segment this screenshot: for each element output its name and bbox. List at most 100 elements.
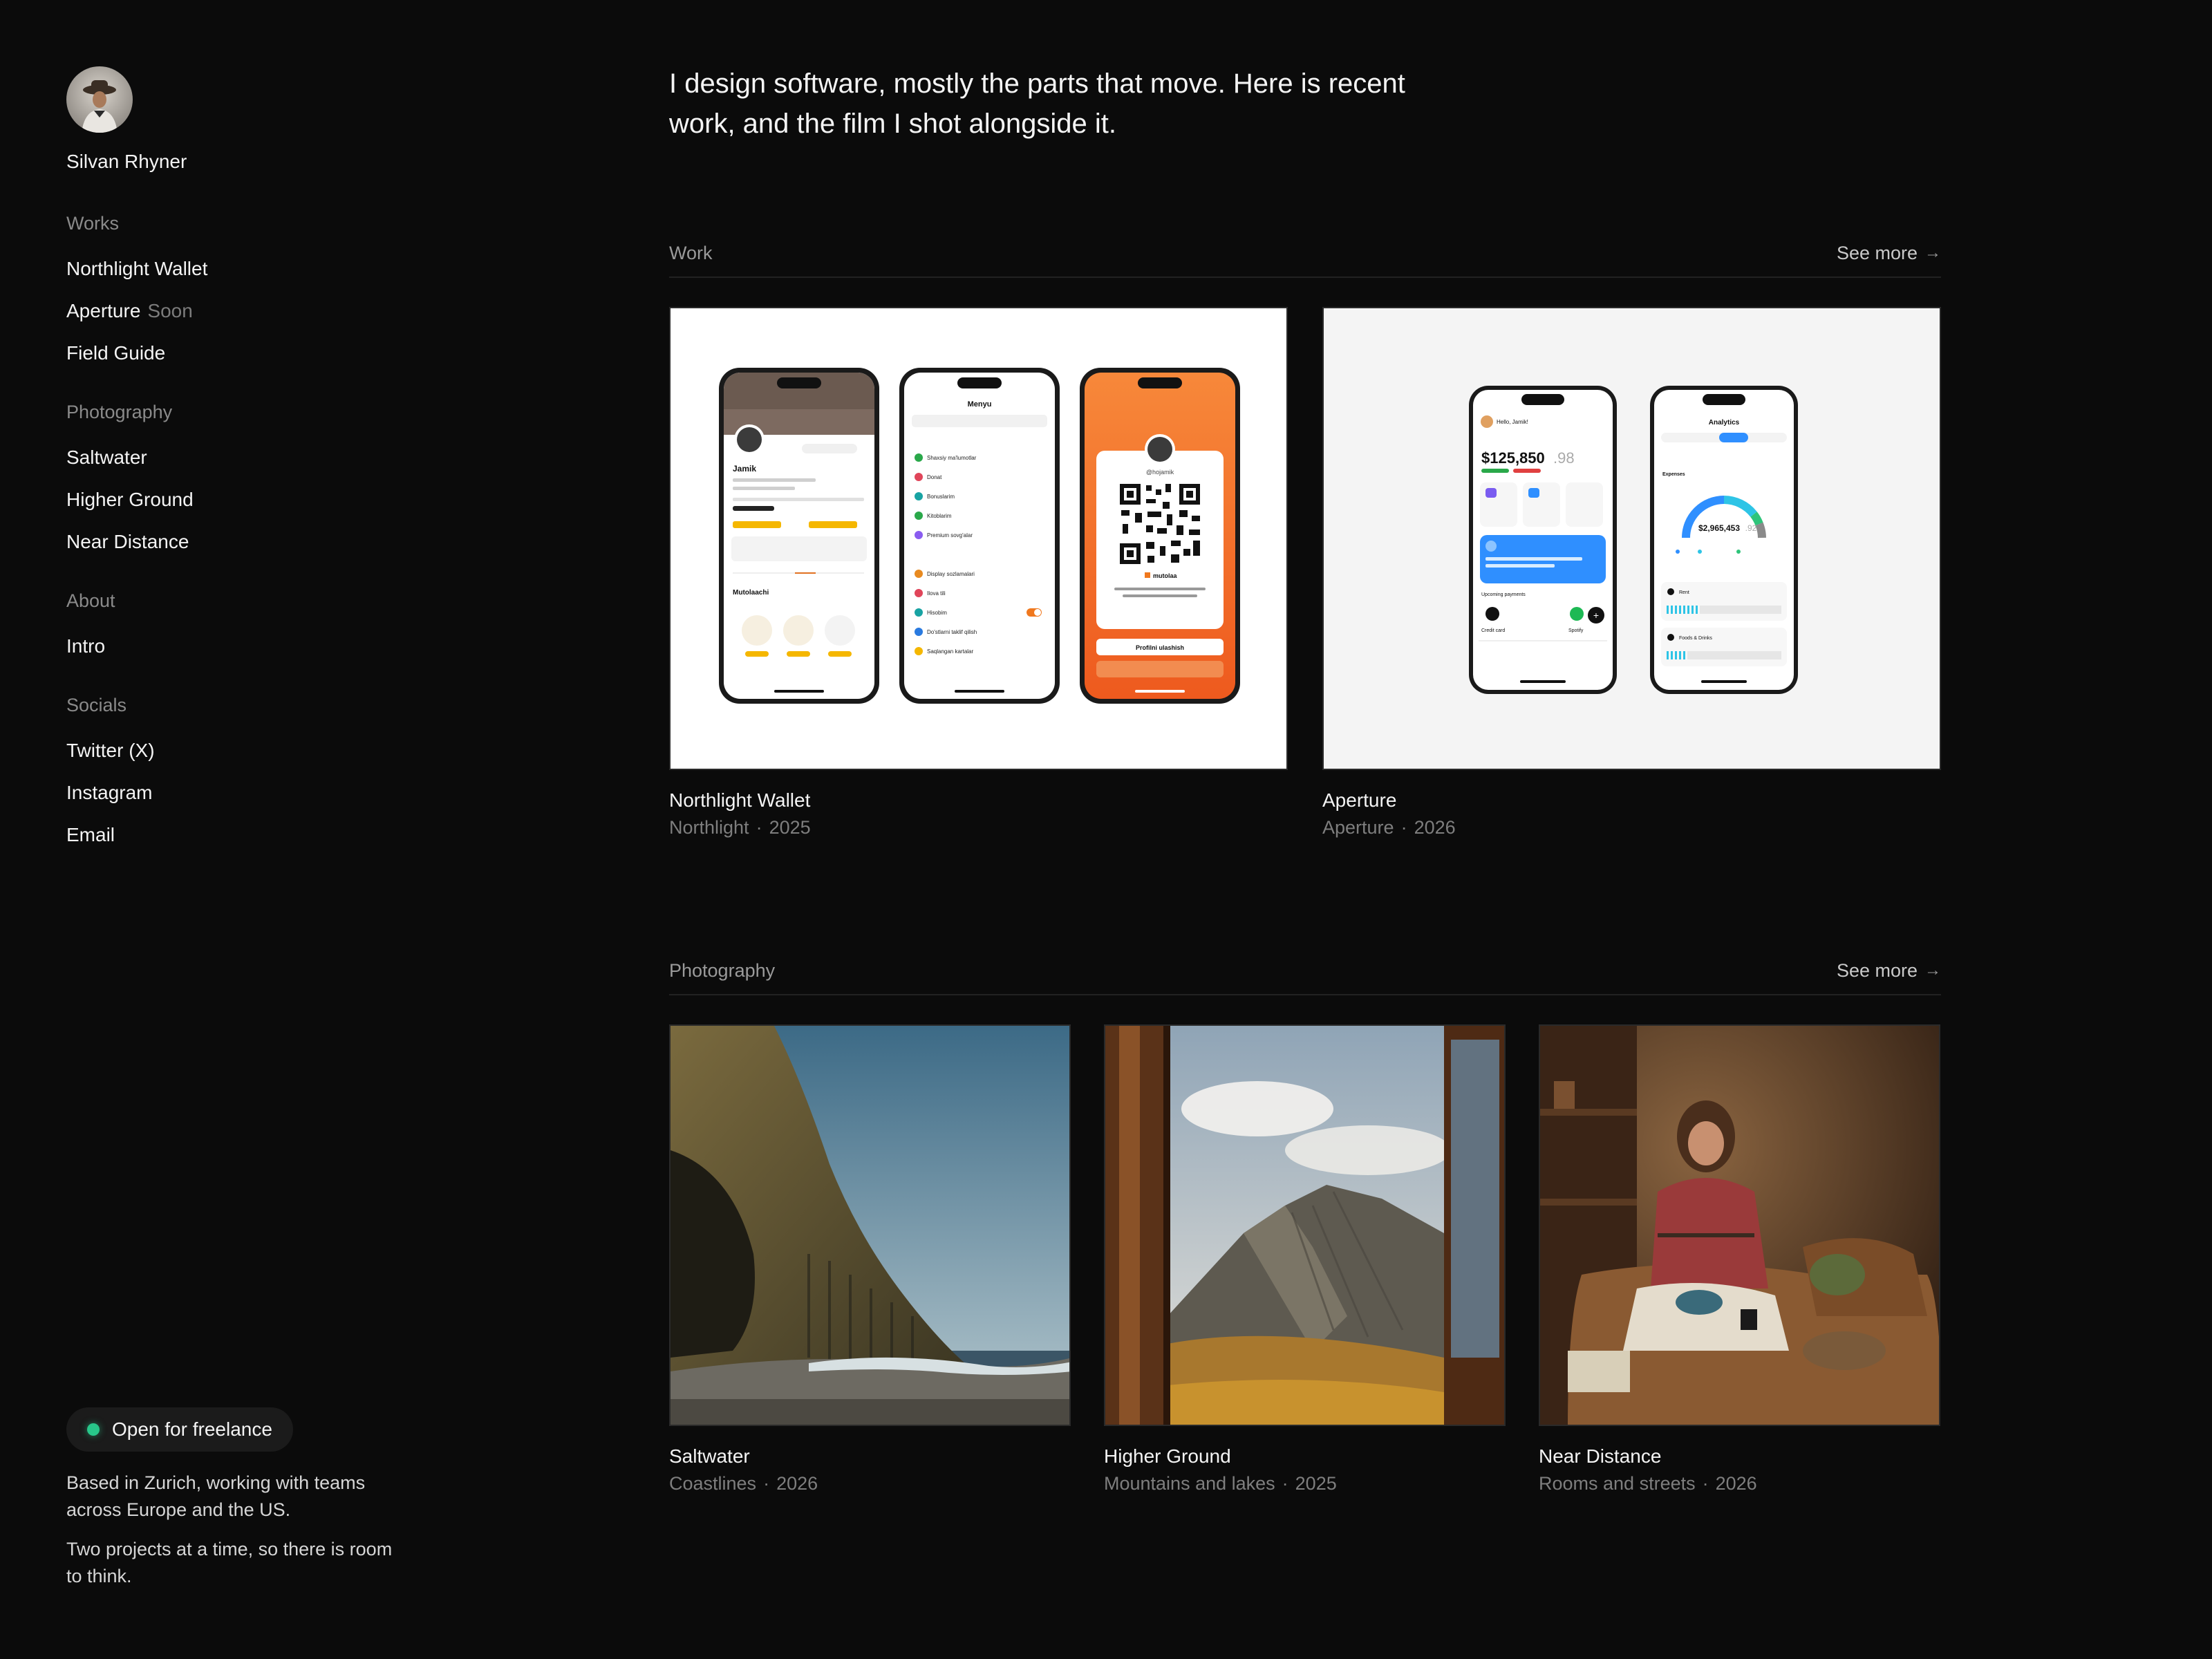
higher-ground-photo [1105, 1026, 1504, 1425]
mock-credit-card-label: Credit card [1481, 628, 1505, 633]
mock-profile-name: Jamik [733, 464, 756, 474]
photo-grid: Saltwater Coastlines · 2026 Higher Groun… [669, 1024, 1941, 1494]
photo-card-higher-ground[interactable]: Higher Ground Mountains and lakes · 2025 [1104, 1024, 1506, 1494]
card-title: Saltwater [669, 1445, 750, 1467]
photography-section-header: Photography See more → [669, 954, 1941, 995]
freelance-label: Open for freelance [112, 1418, 272, 1440]
meta-separator: · [1282, 1473, 1288, 1494]
mock-upcoming-label: Upcoming payments [1481, 592, 1526, 597]
card-client: Northlight [669, 817, 749, 838]
nav-group-socials: Socials Twitter (X) Instagram Email [66, 688, 453, 856]
nav-link-saltwater[interactable]: Saltwater [66, 436, 453, 478]
mock-menu-item: Shaxsiy ma'lumotlar [927, 455, 977, 461]
nav-link-field-guide[interactable]: Field Guide [66, 332, 453, 374]
mock-balance: $125,850 [1481, 449, 1545, 467]
mock-analytics-title: Analytics [1709, 419, 1740, 427]
nav-group-works: Works Northlight Wallet Aperture Soon Fie… [66, 206, 453, 374]
work-section-header: Work See more → [669, 236, 1941, 278]
card-meta: Aperture · 2026 [1322, 817, 1941, 838]
photo-thumbnail [1539, 1024, 1940, 1426]
work-card-aperture[interactable]: Hello, Jamik! $125,850 .98 Upcoming paym… [1322, 307, 1941, 838]
mock-qr-handle: @hojamik [1146, 469, 1174, 476]
card-title: Higher Ground [1104, 1445, 1231, 1467]
mock-greeting: Hello, Jamik! [1497, 419, 1528, 425]
card-year: 2026 [1414, 817, 1456, 838]
nav-heading-about: About [66, 590, 115, 611]
work-card-northlight-wallet[interactable]: Jamik Mutolaachi Menyu Shaxsiy ma'lumotl… [669, 307, 1288, 838]
work-section: Work See more → Jamik Mutolaachi Menyu S… [669, 236, 1941, 838]
photography-section: Photography See more → Saltwater Coastli… [669, 954, 1941, 1494]
mock-menu-item: Ilova tili [927, 590, 946, 597]
card-year: 2025 [769, 817, 811, 838]
near-distance-photo [1540, 1026, 1939, 1425]
status-dot-icon [87, 1423, 100, 1436]
card-meta: Rooms and streets · 2026 [1539, 1473, 1940, 1494]
avatar[interactable] [66, 66, 133, 133]
nav-link-aperture[interactable]: Aperture Soon [66, 290, 453, 332]
nav-link-label: Saltwater [66, 447, 147, 468]
meta-separator: · [1400, 817, 1407, 838]
see-more-label: See more [1836, 959, 1918, 981]
intro-text: I design software, mostly the parts that… [669, 68, 1405, 139]
meta-separator: · [756, 817, 762, 838]
mock-rent-label: Rent [1679, 590, 1689, 595]
nav-heading-photography: Photography [66, 402, 173, 422]
svg-text:Mutolaachi: Mutolaachi [733, 589, 769, 597]
avatar-image [66, 66, 133, 133]
card-title: Aperture [1322, 789, 1397, 811]
nav-link-higher-ground[interactable]: Higher Ground [66, 478, 453, 521]
bio-line: Two projects at a time, so there is room… [66, 1539, 393, 1586]
nav-link-label: Northlight Wallet [66, 258, 208, 279]
see-more-photography-link[interactable]: See more → [1837, 960, 1941, 982]
card-meta: Mountains and lakes · 2025 [1104, 1473, 1506, 1494]
nav-group-about: About Intro [66, 583, 453, 667]
see-more-work-link[interactable]: See more → [1837, 243, 1941, 264]
nav-link-label: Intro [66, 635, 106, 657]
nav-link-label: Twitter (X) [66, 740, 155, 761]
nav-link-northlight-wallet[interactable]: Northlight Wallet [66, 247, 453, 290]
nav-link-label: Higher Ground [66, 489, 194, 510]
owner-name: Silvan Rhyner [66, 151, 187, 172]
mock-expenses-cents: .92 [1745, 523, 1757, 533]
saltwater-photo [671, 1026, 1069, 1425]
nav-link-near-distance[interactable]: Near Distance [66, 521, 453, 563]
soon-badge: Soon [147, 300, 193, 321]
nav-heading-works: Works [66, 213, 120, 234]
card-meta: Coastlines · 2026 [669, 1473, 1071, 1494]
card-subtitle: Coastlines [669, 1473, 757, 1494]
mock-menu-item: Premium sovg'alar [927, 532, 973, 538]
meta-separator: · [763, 1473, 770, 1494]
meta-separator: · [1702, 1473, 1709, 1494]
sidebar: Silvan Rhyner Works Northlight Wallet Ap… [66, 66, 453, 1601]
mock-menu-item: Kitoblarim [927, 513, 952, 519]
card-title: Near Distance [1539, 1445, 1662, 1467]
mock-menu-item: Display sozlamalari [927, 571, 975, 577]
card-year: 2026 [1715, 1473, 1757, 1494]
mock-food-label: Foods & Drinks [1679, 636, 1712, 641]
see-more-label: See more [1836, 242, 1918, 263]
nav-link-intro[interactable]: Intro [66, 625, 453, 667]
bio: Based in Zurich, working with teams acro… [66, 1470, 412, 1590]
arrow-right-icon: → [1924, 243, 1941, 262]
sidebar-nav: Works Northlight Wallet Aperture Soon Fie… [66, 206, 453, 856]
main-content: I design software, mostly the parts that… [669, 64, 1941, 1494]
card-client: Aperture [1322, 817, 1394, 838]
nav-link-instagram[interactable]: Instagram [66, 771, 453, 814]
freelance-status-pill[interactable]: Open for freelance [66, 1407, 293, 1452]
mock-qr-button: Profilni ulashish [1136, 644, 1184, 651]
card-title: Northlight Wallet [669, 789, 811, 811]
nav-link-label: Email [66, 824, 115, 845]
northlight-mockup-image: Jamik Mutolaachi Menyu Shaxsiy ma'lumotl… [671, 308, 1286, 769]
photo-card-saltwater[interactable]: Saltwater Coastlines · 2026 [669, 1024, 1071, 1494]
photo-card-near-distance[interactable]: Near Distance Rooms and streets · 2026 [1539, 1024, 1940, 1494]
nav-link-email[interactable]: Email [66, 814, 453, 856]
nav-heading-socials: Socials [66, 695, 127, 715]
nav-link-twitter[interactable]: Twitter (X) [66, 729, 453, 771]
card-year: 2026 [776, 1473, 818, 1494]
card-meta: Northlight · 2025 [669, 817, 1288, 838]
section-title: Work [669, 242, 713, 263]
mock-spotify-label: Spotify [1568, 628, 1584, 633]
mock-menu-item: Hisobim [927, 610, 947, 616]
nav-link-label: Instagram [66, 782, 153, 803]
work-grid: Jamik Mutolaachi Menyu Shaxsiy ma'lumotl… [669, 307, 1941, 838]
